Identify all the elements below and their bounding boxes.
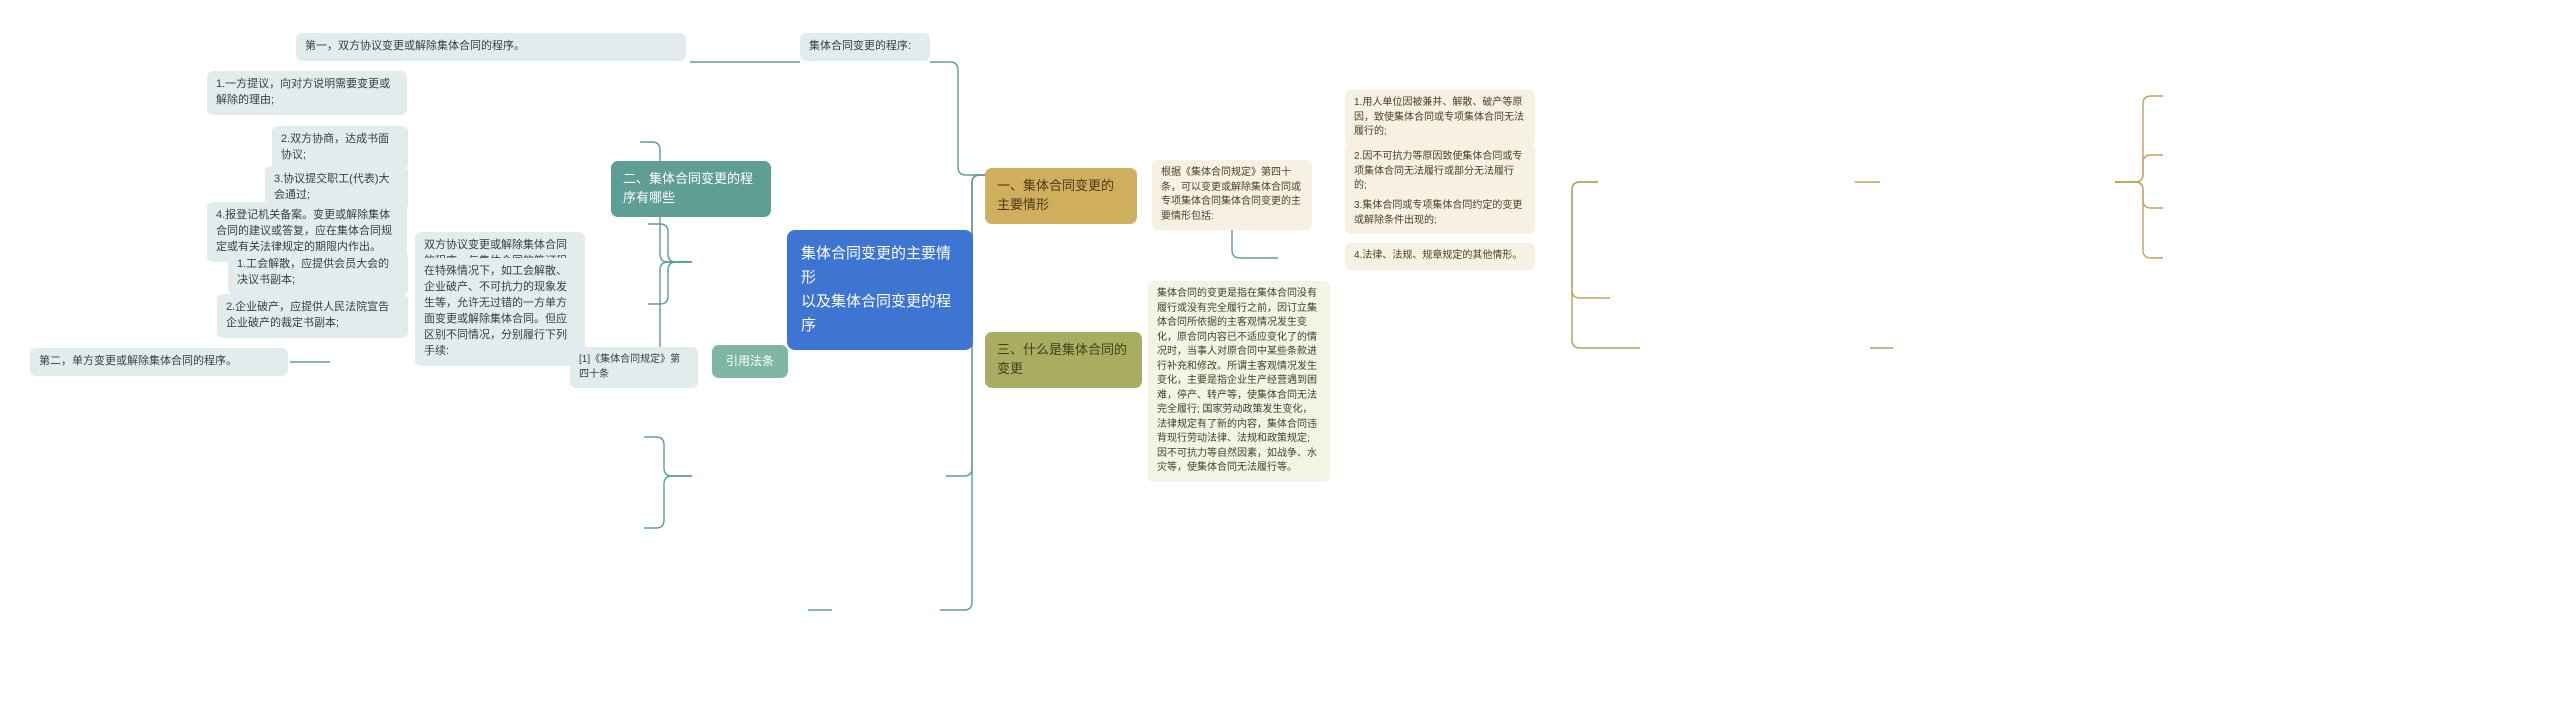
node-root-title[interactable]: 集体合同变更的主要情形 以及集体合同变更的程序 (787, 230, 973, 350)
node-gold-item-2[interactable]: 2.因不可抗力等原因致使集体合同或专项集体合同无法履行或部分无法履行的; (1345, 144, 1535, 200)
node-procedure-header[interactable]: 集体合同变更的程序: (800, 33, 930, 61)
node-first-procedure-item[interactable]: 第一，双方协议变更或解除集体合同的程序。 (296, 33, 686, 61)
node-group-two-step-1[interactable]: 1.工会解散，应提供会员大会的决议书副本; (228, 251, 408, 295)
node-gold-summary[interactable]: 根据《集体合同规定》第四十条，可以变更或解除集体合同或专项集体合同集体合同变更的… (1152, 160, 1312, 230)
node-group-two-step-2[interactable]: 2.企业破产，应提供人民法院宣告企业破产的裁定书副本; (217, 294, 408, 338)
node-citation-topic[interactable]: 引用法条 (712, 345, 788, 379)
node-second-procedure-header[interactable]: 第二，单方变更或解除集体合同的程序。 (30, 348, 288, 376)
mindmap-canvas: 第一，双方协议变更或解除集体合同的程序。 集体合同变更的程序: 1.一方提议，向… (0, 0, 2560, 728)
node-step-1[interactable]: 1.一方提议，向对方说明需要变更或解除的理由; (207, 71, 407, 115)
node-gold-item-4[interactable]: 4.法律、法规、规章规定的其他情形。 (1345, 243, 1535, 270)
node-gold-item-1[interactable]: 1.用人单位因被兼并、解散、破产等原因，致使集体合同或专项集体合同无法履行的; (1345, 90, 1535, 146)
node-olive-summary[interactable]: 集体合同的变更是指在集体合同没有履行或没有完全履行之前，因订立集体合同所依据的主… (1148, 281, 1330, 482)
node-topic-procedures[interactable]: 二、集体合同变更的程序有哪些 (611, 161, 771, 217)
node-topic-main-situations[interactable]: 一、集体合同变更的主要情形 (985, 168, 1137, 224)
node-step-2[interactable]: 2.双方协商，达成书面协议; (272, 126, 408, 170)
node-citation-item[interactable]: [1]《集体合同规定》第四十条 (570, 347, 698, 388)
node-group-two-summary[interactable]: 在特殊情况下，如工会解散、企业破产、不可抗力的现象发生等，允许无过错的一方单方面… (415, 258, 585, 366)
node-topic-what-is-change[interactable]: 三、什么是集体合同的变更 (985, 332, 1142, 388)
node-gold-item-3[interactable]: 3.集体合同或专项集体合同约定的变更或解除条件出现的; (1345, 193, 1535, 234)
